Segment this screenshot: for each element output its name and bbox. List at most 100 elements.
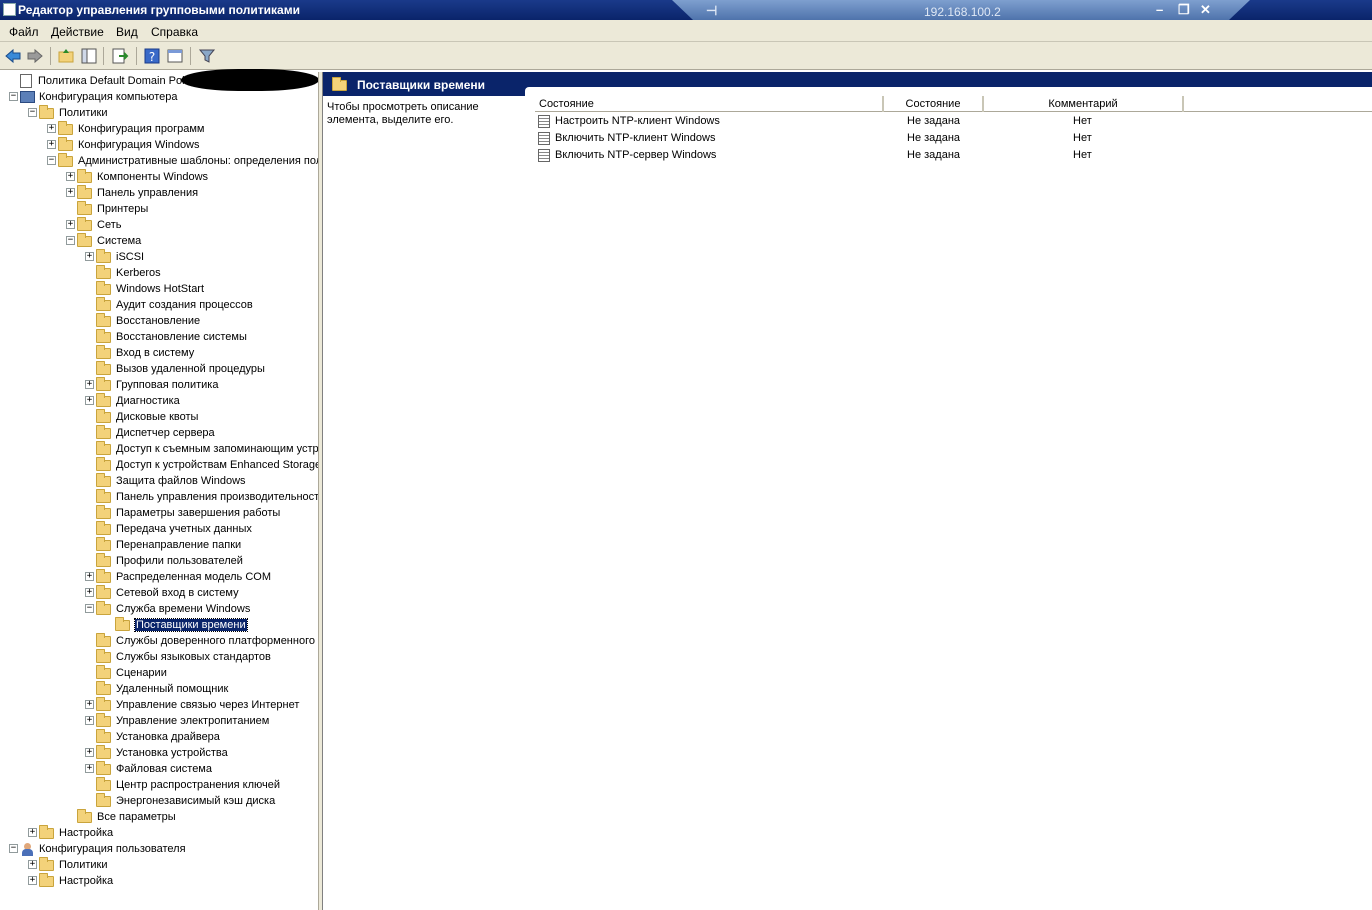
tree-node[interactable]: Панель управления производительностью xyxy=(96,488,318,505)
expand-icon[interactable]: + xyxy=(66,220,75,229)
export-list-icon[interactable] xyxy=(111,47,129,65)
tree-node[interactable]: + Установка устройства xyxy=(85,744,228,761)
tree-node[interactable]: Службы языковых стандартов xyxy=(96,648,271,665)
pane-splitter[interactable] xyxy=(318,72,323,910)
policy-row[interactable]: Включить NTP-сервер Windows Не задана Нет xyxy=(535,147,1235,164)
tree-node[interactable]: − Административные шаблоны: определения п… xyxy=(47,152,318,169)
tree-node[interactable]: Политика Default Domain Policy [ xyxy=(20,73,204,89)
column-header-state[interactable]: Состояние xyxy=(884,96,984,112)
tree-node[interactable]: + Конфигурация Windows xyxy=(47,136,200,153)
help-icon[interactable]: ? xyxy=(143,47,161,65)
tree-node[interactable]: + Диагностика xyxy=(85,392,180,409)
policy-row[interactable]: Включить NTP-клиент Windows Не задана Нет xyxy=(535,130,1235,147)
collapse-icon[interactable]: − xyxy=(85,604,94,613)
expand-icon[interactable]: + xyxy=(85,572,94,581)
tree-node[interactable]: + Настройка xyxy=(28,824,114,841)
tree-node[interactable]: Вызов удаленной процедуры xyxy=(96,360,265,377)
tree-node[interactable]: − Служба времени Windows xyxy=(85,600,250,617)
expand-icon[interactable]: + xyxy=(85,396,94,405)
tree-node[interactable]: + Управление электропитанием xyxy=(85,712,269,729)
tree-node[interactable]: Kerberos xyxy=(96,264,161,281)
collapse-icon[interactable]: − xyxy=(9,844,18,853)
minimize-icon[interactable]: – xyxy=(1156,2,1163,17)
tree-node[interactable]: + Файловая система xyxy=(85,760,212,777)
expand-icon[interactable]: + xyxy=(85,748,94,757)
tree-node[interactable]: Службы доверенного платформенного модуля xyxy=(96,632,318,649)
policy-row[interactable]: Настроить NTP-клиент Windows Не задана Нет xyxy=(535,113,1235,130)
expand-icon[interactable]: + xyxy=(47,140,56,149)
tree-node[interactable]: + Политики xyxy=(28,856,108,873)
tree-node[interactable]: Профили пользователей xyxy=(96,552,243,569)
collapse-icon[interactable]: − xyxy=(28,108,37,117)
back-arrow-icon[interactable] xyxy=(4,47,22,65)
tree-node[interactable]: + Панель управления xyxy=(66,184,198,201)
tree-node[interactable]: − Конфигурация пользователя xyxy=(9,841,186,857)
tree-node[interactable]: − Конфигурация компьютера xyxy=(9,89,177,105)
tree-node-label: Настройка xyxy=(59,827,114,839)
tree-node[interactable]: − Политики xyxy=(28,104,108,121)
tree-node[interactable]: + Групповая политика xyxy=(85,376,218,393)
tree-node[interactable]: Все параметры xyxy=(77,808,176,825)
tree-node[interactable]: Защита файлов Windows xyxy=(96,472,246,489)
tree-node[interactable]: Сценарии xyxy=(96,664,167,681)
expand-icon[interactable]: + xyxy=(85,716,94,725)
expand-icon[interactable]: + xyxy=(28,876,37,885)
tree-node[interactable]: Параметры завершения работы xyxy=(96,504,280,521)
tree-node[interactable]: Установка драйвера xyxy=(96,728,220,745)
tree-node[interactable]: − Система xyxy=(66,232,141,249)
tree-node[interactable]: Вход в систему xyxy=(96,344,194,361)
collapse-icon[interactable]: − xyxy=(66,236,75,245)
tree-node[interactable]: Восстановление xyxy=(96,312,200,329)
expand-icon[interactable]: + xyxy=(47,124,56,133)
expand-icon[interactable]: + xyxy=(66,188,75,197)
tree-node[interactable]: + Распределенная модель COM xyxy=(85,568,271,585)
menu-file[interactable]: Файл xyxy=(9,25,39,39)
policy-name: Настроить NTP-клиент Windows xyxy=(555,115,720,127)
expand-icon[interactable]: + xyxy=(85,764,94,773)
tree-node[interactable]: Энергонезависимый кэш диска xyxy=(96,792,275,809)
column-header-comment[interactable]: Комментарий xyxy=(984,96,1184,112)
tree-node[interactable]: Доступ к съемным запоминающим устройства… xyxy=(96,440,318,457)
column-header-name[interactable]: Состояние xyxy=(535,96,884,112)
expand-icon[interactable]: + xyxy=(28,860,37,869)
tree-node[interactable]: Центр распространения ключей xyxy=(96,776,280,793)
pin-icon[interactable]: ⊣ xyxy=(706,3,717,19)
expand-icon[interactable]: + xyxy=(85,380,94,389)
tree-node[interactable]: Восстановление системы xyxy=(96,328,247,345)
forward-arrow-icon[interactable] xyxy=(26,47,44,65)
menu-view[interactable]: Вид xyxy=(116,25,138,39)
tree-node[interactable]: Перенаправление папки xyxy=(96,536,241,553)
tree-node[interactable]: Windows HotStart xyxy=(96,280,204,297)
up-folder-icon[interactable] xyxy=(57,47,75,65)
collapse-icon[interactable]: − xyxy=(47,156,56,165)
tree-node[interactable]: + Сетевой вход в систему xyxy=(85,584,239,601)
expand-icon[interactable]: + xyxy=(66,172,75,181)
tree-node[interactable]: + iSCSI xyxy=(85,248,144,265)
tree-node[interactable]: Передача учетных данных xyxy=(96,520,252,537)
restore-icon[interactable]: ❐ xyxy=(1178,2,1190,18)
tree-node[interactable]: Аудит создания процессов xyxy=(96,296,253,313)
expand-icon[interactable]: + xyxy=(85,700,94,709)
tree-node[interactable]: Дисковые квоты xyxy=(96,408,198,425)
properties-icon[interactable] xyxy=(166,47,184,65)
expand-icon[interactable]: + xyxy=(85,588,94,597)
menu-action[interactable]: Действие xyxy=(51,25,104,39)
tree-node[interactable]: Поставщики времени xyxy=(115,616,248,633)
tree-node[interactable]: Доступ к устройствам Enhanced Storage xyxy=(96,456,318,473)
tree-node[interactable]: + Конфигурация программ xyxy=(47,120,204,137)
show-hide-tree-icon[interactable] xyxy=(80,47,98,65)
tree-node[interactable]: Принтеры xyxy=(77,200,148,217)
expand-icon[interactable]: + xyxy=(28,828,37,837)
tree-node[interactable]: Удаленный помощник xyxy=(96,680,228,697)
close-icon[interactable]: ✕ xyxy=(1200,2,1211,18)
tree-node[interactable]: + Управление связью через Интернет xyxy=(85,696,299,713)
tree-node[interactable]: + Сеть xyxy=(66,216,121,233)
filter-icon[interactable] xyxy=(198,47,216,65)
expand-icon[interactable]: + xyxy=(85,252,94,261)
tree-node[interactable]: + Настройка xyxy=(28,872,113,889)
tree-node[interactable]: Диспетчер сервера xyxy=(96,424,215,441)
tree-node[interactable]: + Компоненты Windows xyxy=(66,168,208,185)
collapse-icon[interactable]: − xyxy=(9,92,18,101)
folder-icon xyxy=(96,792,111,807)
menu-help[interactable]: Справка xyxy=(151,25,198,39)
